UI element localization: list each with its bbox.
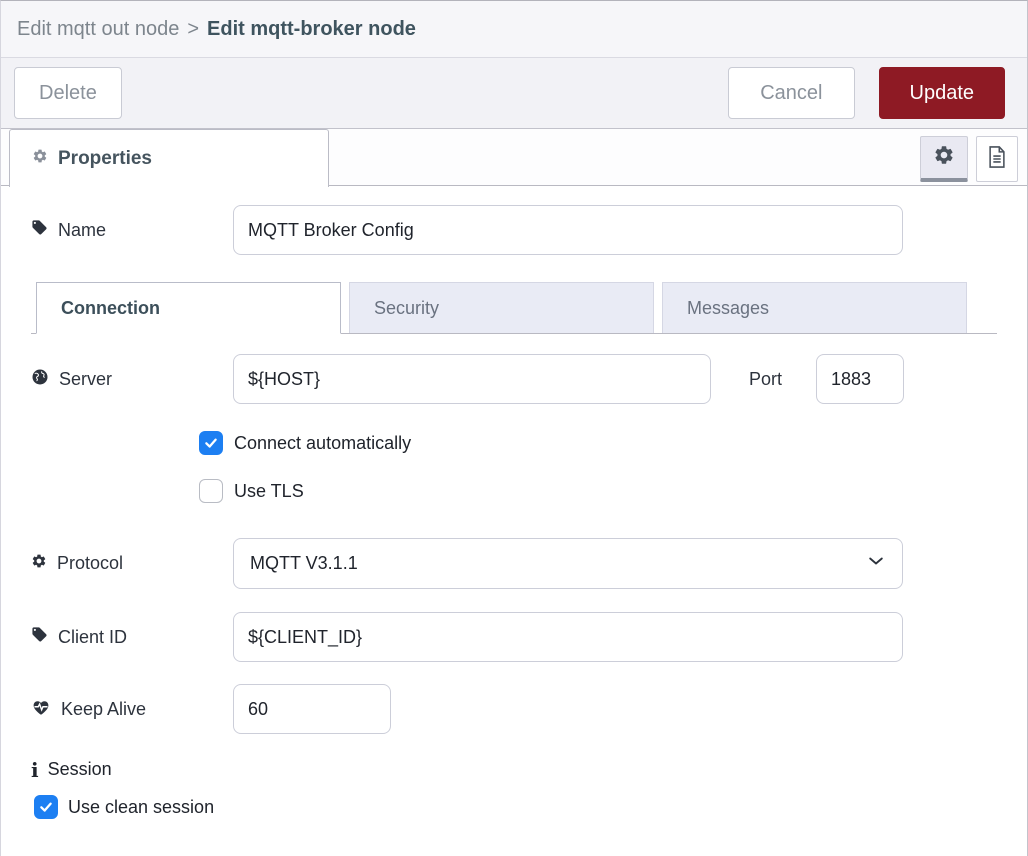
update-button[interactable]: Update — [879, 67, 1006, 119]
gear-icon — [31, 553, 47, 574]
cancel-button[interactable]: Cancel — [728, 67, 854, 119]
name-label-text: Name — [58, 220, 106, 241]
dialog-toolbar: Delete Cancel Update — [1, 58, 1027, 129]
tab-properties-label: Properties — [58, 148, 152, 170]
use-clean-session-checkbox[interactable] — [34, 795, 58, 819]
port-label: Port — [749, 369, 782, 390]
client-id-label: Client ID — [31, 626, 233, 648]
breadcrumb: Edit mqtt out node > Edit mqtt-broker no… — [1, 1, 1027, 58]
check-icon — [38, 799, 54, 815]
session-heading: i Session — [31, 759, 997, 780]
breadcrumb-separator: > — [187, 18, 199, 41]
session-label: Session — [48, 759, 112, 780]
keep-alive-input[interactable] — [233, 684, 391, 734]
protocol-row: Protocol MQTT V3.1.1 — [31, 538, 997, 589]
use-clean-session-label: Use clean session — [68, 797, 214, 818]
check-icon — [203, 435, 219, 451]
use-clean-session-row: Use clean session — [31, 795, 997, 819]
server-label-text: Server — [59, 369, 112, 390]
protocol-label: Protocol — [31, 553, 233, 574]
connect-automatically-checkbox[interactable] — [199, 431, 223, 455]
name-row: Name — [31, 205, 997, 255]
server-label: Server — [31, 368, 233, 391]
port-input[interactable] — [816, 354, 904, 404]
server-row: Server Port — [31, 354, 997, 404]
protocol-select[interactable]: MQTT V3.1.1 — [233, 538, 903, 589]
info-icon: i — [31, 760, 39, 780]
client-id-label-text: Client ID — [58, 627, 127, 648]
tag-icon — [31, 626, 48, 648]
breadcrumb-parent[interactable]: Edit mqtt out node — [17, 18, 179, 41]
node-settings-button[interactable] — [920, 136, 968, 182]
use-tls-checkbox[interactable] — [199, 479, 223, 503]
subtab-security[interactable]: Security — [349, 282, 654, 333]
connect-automatically-row: Connect automatically — [31, 431, 997, 455]
server-input[interactable] — [233, 354, 711, 404]
subtab-connection-label: Connection — [61, 298, 160, 319]
delete-button[interactable]: Delete — [14, 67, 122, 119]
heartbeat-icon — [31, 698, 51, 721]
subtab-messages[interactable]: Messages — [662, 282, 967, 333]
properties-form: Name Connection Security Messages — [1, 205, 1027, 819]
keep-alive-row: Keep Alive — [31, 684, 997, 734]
protocol-label-text: Protocol — [57, 553, 123, 574]
subtab-messages-label: Messages — [687, 298, 769, 319]
breadcrumb-current: Edit mqtt-broker node — [207, 18, 416, 41]
keep-alive-label: Keep Alive — [31, 698, 233, 721]
tab-properties[interactable]: Properties — [9, 129, 329, 187]
client-id-input[interactable] — [233, 612, 903, 662]
chevron-down-icon — [866, 551, 886, 576]
gear-icon — [933, 144, 955, 171]
gear-icon — [32, 148, 48, 169]
use-tls-row: Use TLS — [31, 479, 997, 503]
edit-mqtt-broker-dialog: Edit mqtt out node > Edit mqtt-broker no… — [0, 0, 1028, 856]
protocol-selected-value: MQTT V3.1.1 — [250, 553, 358, 574]
subtab-security-label: Security — [374, 298, 439, 319]
globe-icon — [31, 368, 49, 391]
doc-icon — [986, 145, 1008, 174]
broker-subtabs: Connection Security Messages — [31, 282, 997, 334]
use-tls-label: Use TLS — [234, 481, 304, 502]
client-id-row: Client ID — [31, 612, 997, 662]
name-label: Name — [31, 219, 233, 241]
connect-automatically-label: Connect automatically — [234, 433, 411, 454]
node-description-button[interactable] — [976, 136, 1018, 182]
editor-tab-row: Properties — [1, 129, 1027, 186]
name-input[interactable] — [233, 205, 903, 255]
tag-icon — [31, 219, 48, 241]
subtab-connection[interactable]: Connection — [36, 282, 341, 334]
editor-toolbar-buttons — [920, 136, 1018, 182]
keep-alive-label-text: Keep Alive — [61, 699, 146, 720]
